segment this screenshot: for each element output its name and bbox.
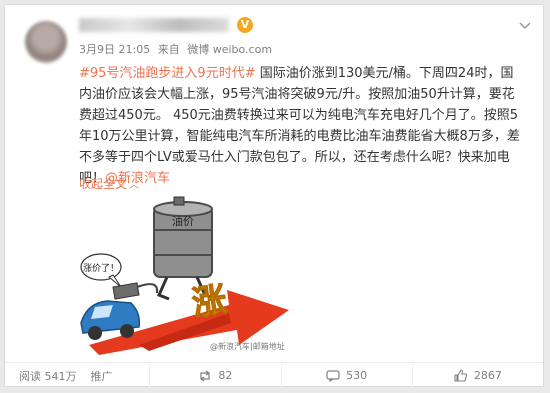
hashtag-link[interactable]: #95号汽油跑步进入9元时代# bbox=[79, 66, 256, 81]
post-body: #95号汽油跑步进入9元时代# 国际油价涨到130美元/桶。下周四24时，国内油… bbox=[79, 63, 525, 189]
repost-icon bbox=[198, 370, 212, 382]
comment-button[interactable]: 530 bbox=[282, 363, 413, 388]
post-date[interactable]: 3月9日 21:05 bbox=[79, 43, 150, 56]
like-button[interactable]: 2867 bbox=[413, 363, 543, 388]
thumbs-up-icon bbox=[454, 369, 468, 382]
repost-button[interactable]: 82 bbox=[150, 363, 282, 388]
image-watermark: @新浪汽车|邮箱地址 bbox=[210, 342, 285, 351]
views-count: 阅读 541万 推广 bbox=[5, 363, 151, 388]
source-prefix: 来自 bbox=[157, 43, 180, 56]
comment-icon bbox=[326, 369, 340, 382]
post-text: 国际油价涨到130美元/桶。下周四24时，国内油价应该会大幅上涨，95号汽油将突… bbox=[79, 66, 520, 186]
avatar[interactable] bbox=[25, 21, 67, 63]
post-meta: 3月9日 21:05 来自 微博 weibo.com bbox=[79, 41, 276, 57]
oil-barrel bbox=[153, 196, 213, 278]
chevron-up-icon: ︿ bbox=[129, 180, 140, 191]
like-count: 2867 bbox=[473, 369, 502, 382]
weibo-post-card: V 3月9日 21:05 来自 微博 weibo.com #95号汽油跑步进入9… bbox=[4, 4, 544, 388]
oil-price-illustration: 油价 涨价了！ 涨 bbox=[79, 195, 304, 355]
chevron-down-icon bbox=[519, 22, 531, 30]
collapse-label: 收起全文 bbox=[79, 177, 128, 191]
rising-character: 涨 bbox=[190, 280, 229, 324]
views-label: 阅读 541万 bbox=[19, 369, 77, 383]
repost-count: 82 bbox=[218, 369, 233, 382]
speech-label: 涨价了！ bbox=[83, 263, 119, 274]
action-bar: 阅读 541万 推广 82 530 2867 bbox=[5, 363, 543, 388]
post-image[interactable]: 油价 涨价了！ 涨 bbox=[79, 195, 304, 355]
more-options-button[interactable] bbox=[519, 19, 531, 33]
author-name-blurred[interactable] bbox=[79, 18, 229, 32]
comment-count: 530 bbox=[346, 369, 368, 382]
promote-button[interactable]: 推广 bbox=[91, 368, 113, 384]
barrel-label: 油价 bbox=[172, 214, 194, 228]
verified-badge-icon: V bbox=[237, 17, 253, 33]
post-source[interactable]: 微博 weibo.com bbox=[187, 43, 272, 56]
collapse-button[interactable]: 收起全文 ︿ bbox=[79, 175, 139, 192]
